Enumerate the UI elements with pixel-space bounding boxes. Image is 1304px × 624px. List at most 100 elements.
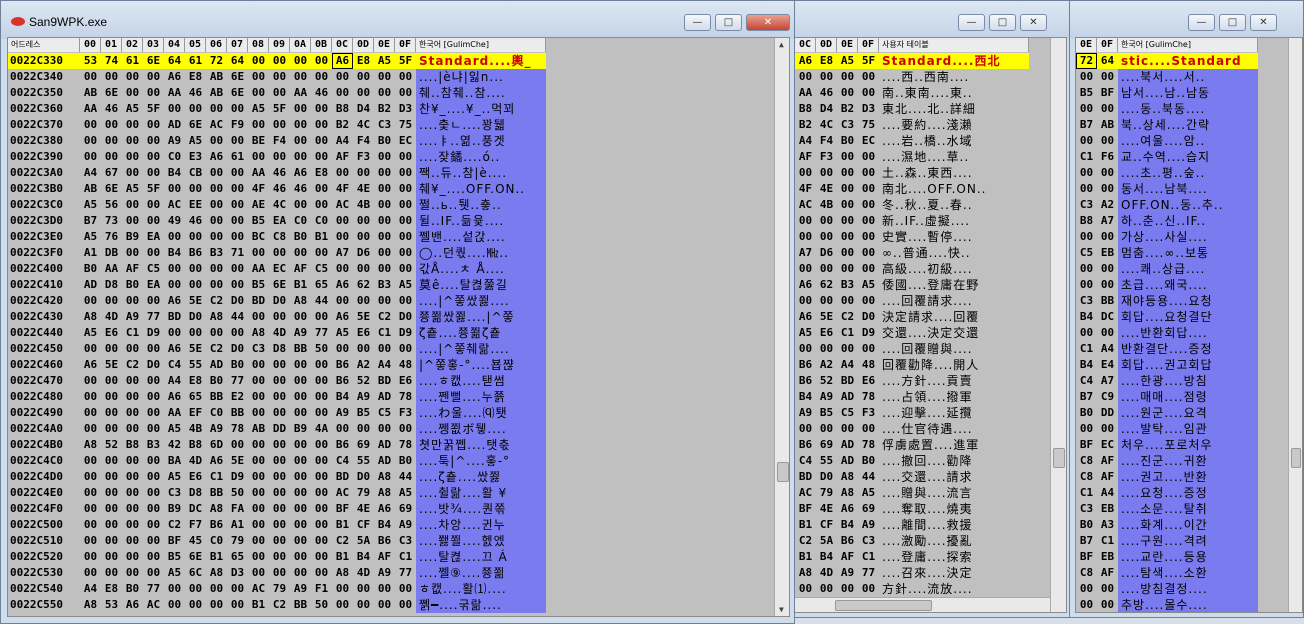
hex-byte[interactable]: 00 (311, 469, 332, 485)
hex-byte[interactable]: 00 (311, 181, 332, 197)
table-row[interactable]: B6 52 BD E6 ....方針....貢賣 (795, 373, 1029, 389)
hex-byte[interactable]: 00 (311, 309, 332, 325)
hex-byte[interactable]: 00 (143, 133, 164, 149)
hex-byte[interactable]: 00 (143, 517, 164, 533)
hex-byte[interactable]: 00 (80, 341, 101, 357)
hex-byte[interactable]: 00 (837, 165, 858, 181)
hex-byte[interactable]: F3 (858, 405, 879, 421)
hex-byte[interactable]: AD (374, 389, 395, 405)
hex-byte[interactable]: B6 (332, 357, 353, 373)
hex-byte[interactable]: B6 (332, 437, 353, 453)
hex-byte[interactable]: 00 (122, 85, 143, 101)
hex-byte[interactable]: 00 (227, 101, 248, 117)
hex-byte[interactable]: A5 (795, 325, 816, 341)
hex-byte[interactable]: A5 (122, 101, 143, 117)
hex-byte[interactable]: D9 (227, 469, 248, 485)
table-row[interactable]: 00 00 초급....왜국.... (1076, 277, 1258, 293)
hex-byte[interactable]: C1 (122, 325, 143, 341)
hex-byte[interactable]: AB (206, 69, 227, 85)
hex-byte[interactable]: AF (795, 149, 816, 165)
hex-byte[interactable]: C3 (1076, 197, 1097, 213)
hex-byte[interactable]: B1 (248, 597, 269, 613)
hex-byte[interactable]: 00 (311, 53, 332, 69)
hex-byte[interactable]: 44 (311, 293, 332, 309)
hex-byte[interactable]: 00 (143, 549, 164, 565)
hex-byte[interactable]: 00 (332, 581, 353, 597)
hex-byte[interactable]: D0 (353, 469, 374, 485)
hex-byte[interactable]: AA (164, 405, 185, 421)
hex-byte[interactable]: BD (332, 469, 353, 485)
hex-byte[interactable]: E8 (311, 165, 332, 181)
hex-byte[interactable]: D0 (185, 309, 206, 325)
hex-byte[interactable]: 00 (269, 69, 290, 85)
row-text[interactable]: 쪩━....굮랆.... (416, 597, 546, 613)
table-row[interactable]: B4 E4 회답....권고회답 (1076, 357, 1258, 373)
hex-byte[interactable]: 00 (101, 293, 122, 309)
table-row[interactable]: 00 00 00 00 土..森..東西.... (795, 165, 1029, 181)
hex-byte[interactable]: 00 (269, 437, 290, 453)
hex-byte[interactable]: B7 (1076, 533, 1097, 549)
table-row[interactable]: B7 C9 ....매매....점령 (1076, 389, 1258, 405)
hex-byte[interactable]: 00 (837, 213, 858, 229)
table-row[interactable]: 0022C490 00 00 00 00 AA EF C0 BB 00 00 00 00 A9 B5 C5 F3… (8, 405, 546, 421)
table-row[interactable]: 00 00 00 00 史實....暫停.... (795, 229, 1029, 245)
hex-byte[interactable]: A5 (80, 325, 101, 341)
table-row[interactable]: BF EC 처우....포로처우 (1076, 437, 1258, 453)
hex-byte[interactable]: 53 (101, 597, 122, 613)
table-row[interactable]: 00 00 ....방침결정.... (1076, 581, 1258, 597)
hex-byte[interactable]: B8 (795, 101, 816, 117)
hex-byte[interactable]: 64 (164, 53, 185, 69)
row-text[interactable]: ­莫ê....탈켢쭗길 (416, 277, 546, 293)
hex-byte[interactable]: 77 (395, 565, 416, 581)
hex-byte[interactable]: 00 (1076, 133, 1097, 149)
hex-byte[interactable]: EA (269, 213, 290, 229)
hex-byte[interactable]: 00 (290, 357, 311, 373)
hex-byte[interactable]: 5F (269, 101, 290, 117)
hex-byte[interactable]: 52 (101, 437, 122, 453)
hex-byte[interactable]: 00 (122, 389, 143, 405)
hex-byte[interactable]: 65 (227, 549, 248, 565)
hex-byte[interactable]: 00 (206, 229, 227, 245)
hex-byte[interactable]: 00 (290, 533, 311, 549)
hex-byte[interactable]: A4 (80, 581, 101, 597)
hex-byte[interactable]: AA (795, 85, 816, 101)
hex-byte[interactable]: 00 (80, 485, 101, 501)
hex-byte[interactable]: A4 (1097, 485, 1118, 501)
table-row[interactable]: BD D0 A8 44 ....交還....請求 (795, 469, 1029, 485)
row-text[interactable]: ....ζ춑....쌌쬟 (416, 469, 546, 485)
row-text[interactable]: ....반환회답.... (1118, 325, 1258, 341)
hex-byte[interactable]: 00 (80, 69, 101, 85)
hex-byte[interactable]: 00 (80, 421, 101, 437)
row-text[interactable]: ....離間....救援 (879, 517, 1029, 533)
hex-byte[interactable]: 00 (332, 341, 353, 357)
hex-byte[interactable]: C5 (1076, 245, 1097, 261)
row-text[interactable]: ㅎ캢....활⑴.... (416, 581, 546, 597)
hex-byte[interactable]: B5 (816, 405, 837, 421)
hex-byte[interactable]: 65 (185, 389, 206, 405)
hex-byte[interactable]: 00 (837, 341, 858, 357)
hex-byte[interactable]: E6 (185, 469, 206, 485)
row-text[interactable]: 동서....남북.... (1118, 181, 1258, 197)
hex-byte[interactable]: B5 (1076, 85, 1097, 101)
hex-byte[interactable]: 00 (101, 421, 122, 437)
hex-byte[interactable]: AF (1097, 453, 1118, 469)
hex-byte[interactable]: E4 (1097, 357, 1118, 373)
hex-byte[interactable]: 00 (185, 277, 206, 293)
close-button[interactable]: ✕ (746, 14, 790, 31)
hex-byte[interactable]: BD (837, 373, 858, 389)
hex-byte[interactable]: 79 (816, 485, 837, 501)
hex-byte[interactable]: 00 (122, 69, 143, 85)
hex-byte[interactable]: 00 (395, 341, 416, 357)
hex-byte[interactable]: 77 (227, 373, 248, 389)
hex-byte[interactable]: 4C (353, 117, 374, 133)
hex-byte[interactable]: 78 (858, 389, 879, 405)
vertical-scrollbar[interactable]: ▲ ▼ (774, 38, 789, 616)
row-text[interactable]: ....撤回....勸降 (879, 453, 1029, 469)
table-row[interactable]: C3 BB 재야등용....요청 (1076, 293, 1258, 309)
hex-byte[interactable]: 00 (1097, 277, 1118, 293)
hex-byte[interactable]: 75 (858, 117, 879, 133)
hex-byte[interactable]: 00 (269, 405, 290, 421)
hex-byte[interactable]: 00 (332, 213, 353, 229)
table-row[interactable]: 0022C360 AA 46 A5 5F 00 00 00 00 A5 5F 00 00 B8 D4 B2 D3… (8, 101, 546, 117)
hex-byte[interactable]: 6E (101, 85, 122, 101)
